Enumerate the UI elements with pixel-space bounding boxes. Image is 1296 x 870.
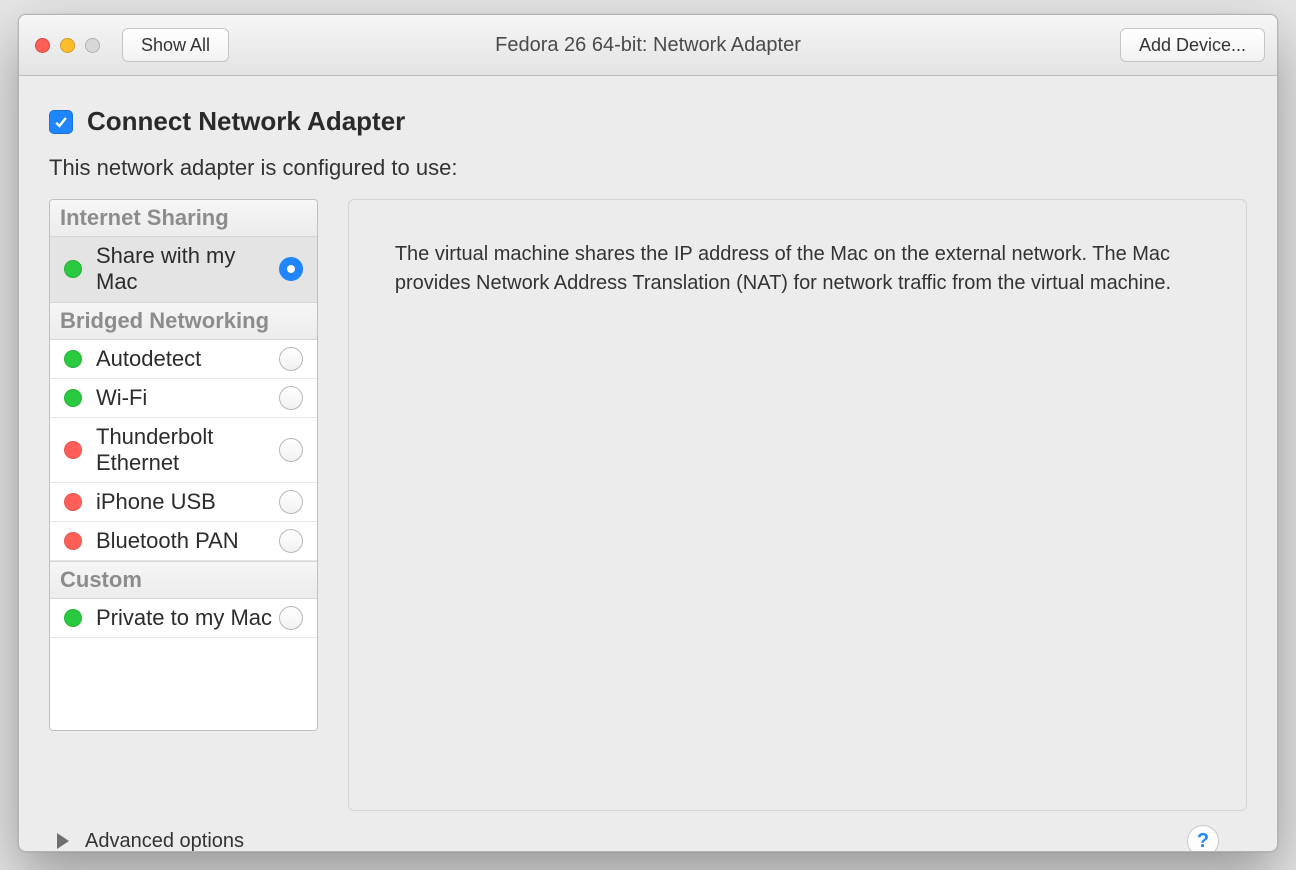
show-all-button[interactable]: Show All <box>122 28 229 62</box>
close-window-icon[interactable] <box>35 38 50 53</box>
network-mode-label: Share with my Mac <box>96 243 279 295</box>
network-mode-label: Thunderbolt Ethernet <box>96 424 279 476</box>
network-mode-label: Wi-Fi <box>96 385 279 411</box>
status-connected-icon <box>64 389 82 407</box>
settings-window: Show All Fedora 26 64-bit: Network Adapt… <box>18 14 1278 852</box>
network-mode-radio[interactable] <box>279 438 303 462</box>
network-mode-row[interactable]: Autodetect <box>50 340 317 379</box>
advanced-options-disclosure[interactable]: Advanced options <box>57 830 244 853</box>
network-mode-label: iPhone USB <box>96 489 279 515</box>
traffic-lights <box>35 38 100 53</box>
network-mode-row[interactable]: Share with my Mac <box>50 237 317 302</box>
mode-description: The virtual machine shares the IP addres… <box>348 199 1247 811</box>
advanced-options-label: Advanced options <box>85 830 244 853</box>
list-section-header: Custom <box>50 561 317 599</box>
network-mode-radio[interactable] <box>279 606 303 630</box>
network-mode-list: Internet Sharing Share with my Mac Bridged… <box>49 199 318 731</box>
network-mode-radio[interactable] <box>279 386 303 410</box>
network-mode-radio[interactable] <box>279 347 303 371</box>
content-area: Connect Network Adapter This network ada… <box>19 76 1277 852</box>
list-section-header: Bridged Networking <box>50 302 317 340</box>
status-disconnected-icon <box>64 493 82 511</box>
status-connected-icon <box>64 260 82 278</box>
list-section-header: Internet Sharing <box>50 200 317 237</box>
network-mode-row[interactable]: Private to my Mac <box>50 599 317 638</box>
status-disconnected-icon <box>64 532 82 550</box>
network-mode-label: Autodetect <box>96 346 279 372</box>
status-connected-icon <box>64 350 82 368</box>
network-mode-row[interactable]: Wi-Fi <box>50 379 317 418</box>
add-device-button[interactable]: Add Device... <box>1120 28 1265 62</box>
minimize-window-icon[interactable] <box>60 38 75 53</box>
network-mode-radio[interactable] <box>279 257 303 281</box>
network-mode-radio[interactable] <box>279 490 303 514</box>
network-mode-row[interactable]: Bluetooth PAN <box>50 522 317 561</box>
network-mode-label: Private to my Mac <box>96 605 279 631</box>
checkmark-icon <box>53 114 69 130</box>
list-spacer <box>50 638 317 730</box>
disclosure-triangle-icon <box>57 833 69 849</box>
network-mode-row[interactable]: Thunderbolt Ethernet <box>50 418 317 483</box>
network-mode-row[interactable]: iPhone USB <box>50 483 317 522</box>
status-disconnected-icon <box>64 441 82 459</box>
titlebar: Show All Fedora 26 64-bit: Network Adapt… <box>19 15 1277 76</box>
network-mode-radio[interactable] <box>279 529 303 553</box>
help-button[interactable]: ? <box>1187 825 1219 852</box>
connect-adapter-label: Connect Network Adapter <box>87 106 405 137</box>
network-mode-label: Bluetooth PAN <box>96 528 279 554</box>
zoom-window-icon <box>85 38 100 53</box>
status-connected-icon <box>64 609 82 627</box>
connect-adapter-checkbox[interactable] <box>49 110 73 134</box>
config-subhead: This network adapter is configured to us… <box>49 155 1247 181</box>
